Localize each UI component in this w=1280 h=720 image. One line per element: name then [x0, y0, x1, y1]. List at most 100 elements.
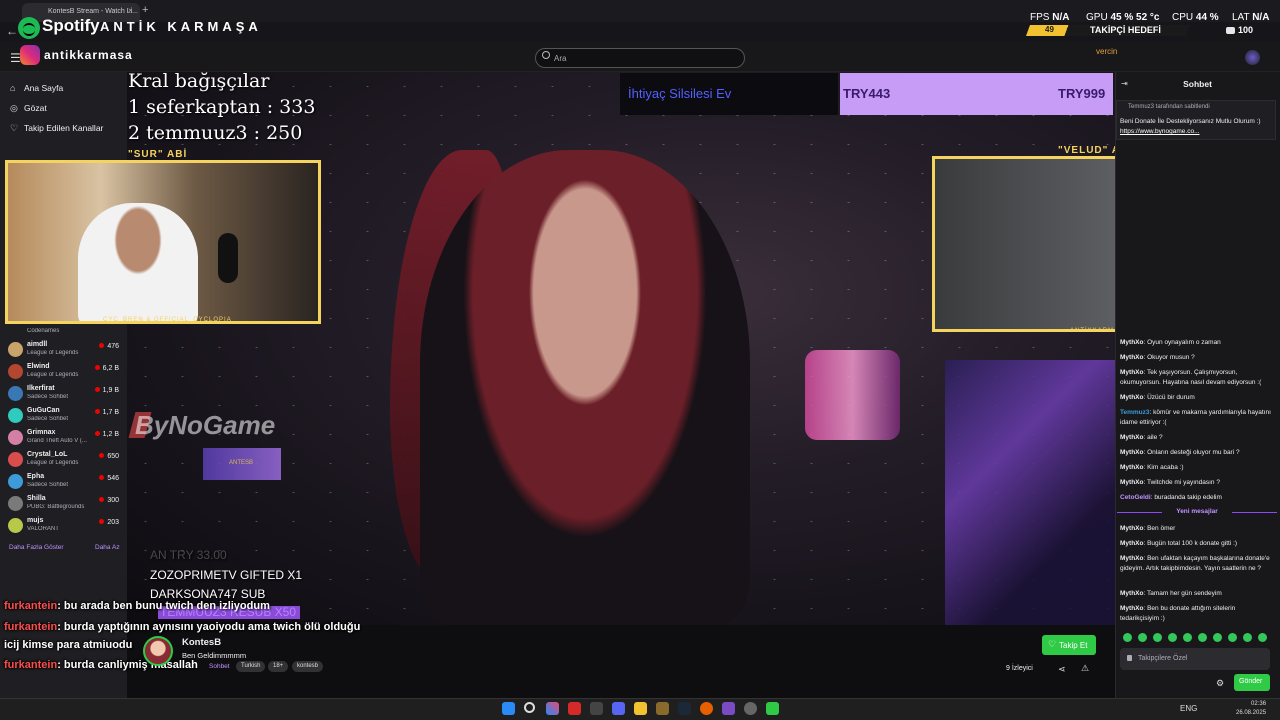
pinned-link[interactable]: https://www.bynogame.co... [1120, 128, 1199, 135]
folder-icon[interactable] [634, 702, 647, 715]
channel-name: aimdll [27, 341, 48, 348]
sidebar-channel[interactable]: aimdll League of Legends 476 [8, 340, 123, 362]
steam-icon[interactable] [678, 702, 691, 715]
sidebar-channel[interactable]: Elwind League of Legends 6,2 B [8, 362, 123, 384]
stream-tag[interactable]: 18+ [268, 661, 289, 672]
sidebar-item-following[interactable]: ♡ Takip Edilen Kanallar [10, 123, 103, 134]
share-icon[interactable]: ⋖ [1058, 664, 1066, 675]
sidebar-channel[interactable]: Ilkerfirat Sadece Sohbet 1,9 B [8, 384, 123, 406]
chat-user[interactable]: MythXo [1120, 525, 1143, 532]
firefox-icon[interactable] [700, 702, 713, 715]
goal-label: TAKİPÇİ HEDEFİ [1090, 25, 1161, 35]
chat-user[interactable]: MythXo [1120, 369, 1143, 376]
stream-tag[interactable]: kontesb [292, 661, 324, 672]
chat-user[interactable]: MythXo [1120, 449, 1143, 456]
sidebar-channel[interactable]: Grimnax Grand Theft Auto V (... 1,2 B [8, 428, 123, 450]
search-input[interactable]: Ara [535, 48, 745, 68]
chat-user[interactable]: MythXo [1120, 479, 1143, 486]
sidebar-item-label: Ana Sayfa [24, 83, 64, 93]
new-tab-icon[interactable]: + [142, 4, 148, 16]
chat-user[interactable]: MythXo [1120, 605, 1143, 612]
sidebar-channel[interactable]: Crystal_LoL League of Legends 650 [8, 450, 123, 472]
copilot-icon[interactable] [546, 702, 559, 715]
emote-icon[interactable] [1153, 633, 1162, 642]
emote-icon[interactable] [1258, 633, 1267, 642]
chat-message: MythXo: Okuyor musun ? [1120, 353, 1275, 363]
emote-icon[interactable] [1228, 633, 1237, 642]
chat-user[interactable]: MythXo [1120, 540, 1143, 547]
system-clock[interactable]: 02:36 26.08.2025 [1236, 700, 1266, 718]
app-icon[interactable] [722, 702, 735, 715]
emote-icon[interactable] [1168, 633, 1177, 642]
instagram-handle: antikkarmasa [44, 48, 133, 62]
back-arrow-icon[interactable]: ← [6, 24, 18, 38]
channel-avatar [8, 364, 23, 379]
channel-name[interactable]: KontesB [182, 637, 221, 648]
app-icon[interactable] [656, 702, 669, 715]
follow-button[interactable]: Takip Et [1042, 635, 1096, 655]
cpu-stat: CPU 44 % [1172, 12, 1219, 23]
app-icon[interactable] [568, 702, 581, 715]
emote-icon[interactable] [1183, 633, 1192, 642]
search-taskbar-icon[interactable] [524, 702, 535, 713]
video-pink-lamp [805, 350, 900, 440]
channel-viewers: 6,2 B [95, 365, 119, 372]
chat-user[interactable]: MythXo [1120, 555, 1143, 562]
user-avatar[interactable] [1245, 50, 1260, 65]
chat-user[interactable]: MythXo [1120, 354, 1143, 361]
show-less-link[interactable]: Daha Az [95, 544, 120, 551]
donor-line: 2 temmuuz3 : 250 [128, 122, 303, 144]
emote-icon[interactable] [1138, 633, 1147, 642]
send-button[interactable]: Gönder [1234, 674, 1270, 691]
cpu-value: 44 % [1195, 12, 1219, 23]
report-icon[interactable]: ⚠ [1081, 663, 1089, 674]
fps-value: N/A [1052, 12, 1070, 23]
stream-category[interactable]: Sohbet [209, 663, 230, 670]
language-indicator[interactable]: ENG [1180, 704, 1197, 713]
chat-user[interactable]: MythXo [1120, 434, 1143, 441]
chat-user[interactable]: MythXo [1120, 464, 1143, 471]
alert-box: ANTESB [203, 448, 281, 480]
obs-icon[interactable] [744, 702, 757, 715]
stream-tag[interactable]: Turkish [236, 661, 266, 672]
chat-user[interactable]: Temmuz3 [1120, 409, 1150, 416]
chat-user[interactable]: MythXo [1120, 339, 1143, 346]
sidebar-channel[interactable]: Shilla PUBG: Battlegrounds 300 [8, 494, 123, 516]
nav-hint-text: vercin [1096, 47, 1118, 56]
cpu-label: CPU [1172, 12, 1194, 23]
chat-text: : Okuyor musun ? [1143, 354, 1195, 361]
sidebar-item-browse[interactable]: ◎ Gözat [10, 103, 47, 114]
chat-text: : Ben ufaktan kaçayım başkalarına donate… [1120, 555, 1270, 572]
chat-text: : Ben ömer [1143, 525, 1176, 532]
app-icon[interactable] [766, 702, 779, 715]
sidebar-channel[interactable]: GuGuCan Sadece Sohbet 1,7 B [8, 406, 123, 428]
channel-viewers: 203 [99, 519, 119, 526]
chat-text: : Twitchde mi yayındasın ? [1143, 479, 1220, 486]
emote-icon[interactable] [1123, 633, 1132, 642]
chat-user[interactable]: MythXo [1120, 590, 1143, 597]
channel-avatar [8, 386, 23, 401]
sidebar-channel[interactable]: Epha Sadece Sohbet 546 [8, 472, 123, 494]
channel-avatar[interactable] [143, 636, 173, 666]
app-icon[interactable] [590, 702, 603, 715]
sidebar-channel[interactable]: mujs VALORANT 203 [8, 516, 123, 538]
chat-message: MythXo: Oyun oynayalım o zaman [1120, 338, 1275, 348]
emote-icon[interactable] [1198, 633, 1207, 642]
chat-input[interactable]: Takipçilere Özel [1120, 648, 1270, 670]
overlay-chat-user: furkantein [4, 600, 58, 612]
discord-icon[interactable] [612, 702, 625, 715]
show-more-link[interactable]: Daha Fazla Göster [9, 544, 64, 551]
emote-icon[interactable] [1243, 633, 1252, 642]
chat-settings-icon[interactable]: ⚙ [1216, 678, 1224, 689]
new-messages-divider[interactable]: Yeni mesajlar [1117, 508, 1277, 517]
event-line: AN TRY 33.00 [150, 548, 227, 562]
start-icon[interactable] [502, 702, 515, 715]
sidebar-item-home[interactable]: ⌂ Ana Sayfa [10, 83, 63, 93]
tab-close-icon[interactable]: × [128, 6, 133, 15]
channel-avatar [8, 430, 23, 445]
goal-target-icon [1226, 27, 1235, 34]
emote-icon[interactable] [1213, 633, 1222, 642]
lock-icon [1127, 655, 1132, 661]
chat-user[interactable]: CetoGeldi [1120, 494, 1151, 501]
chat-user[interactable]: MythXo [1120, 394, 1143, 401]
